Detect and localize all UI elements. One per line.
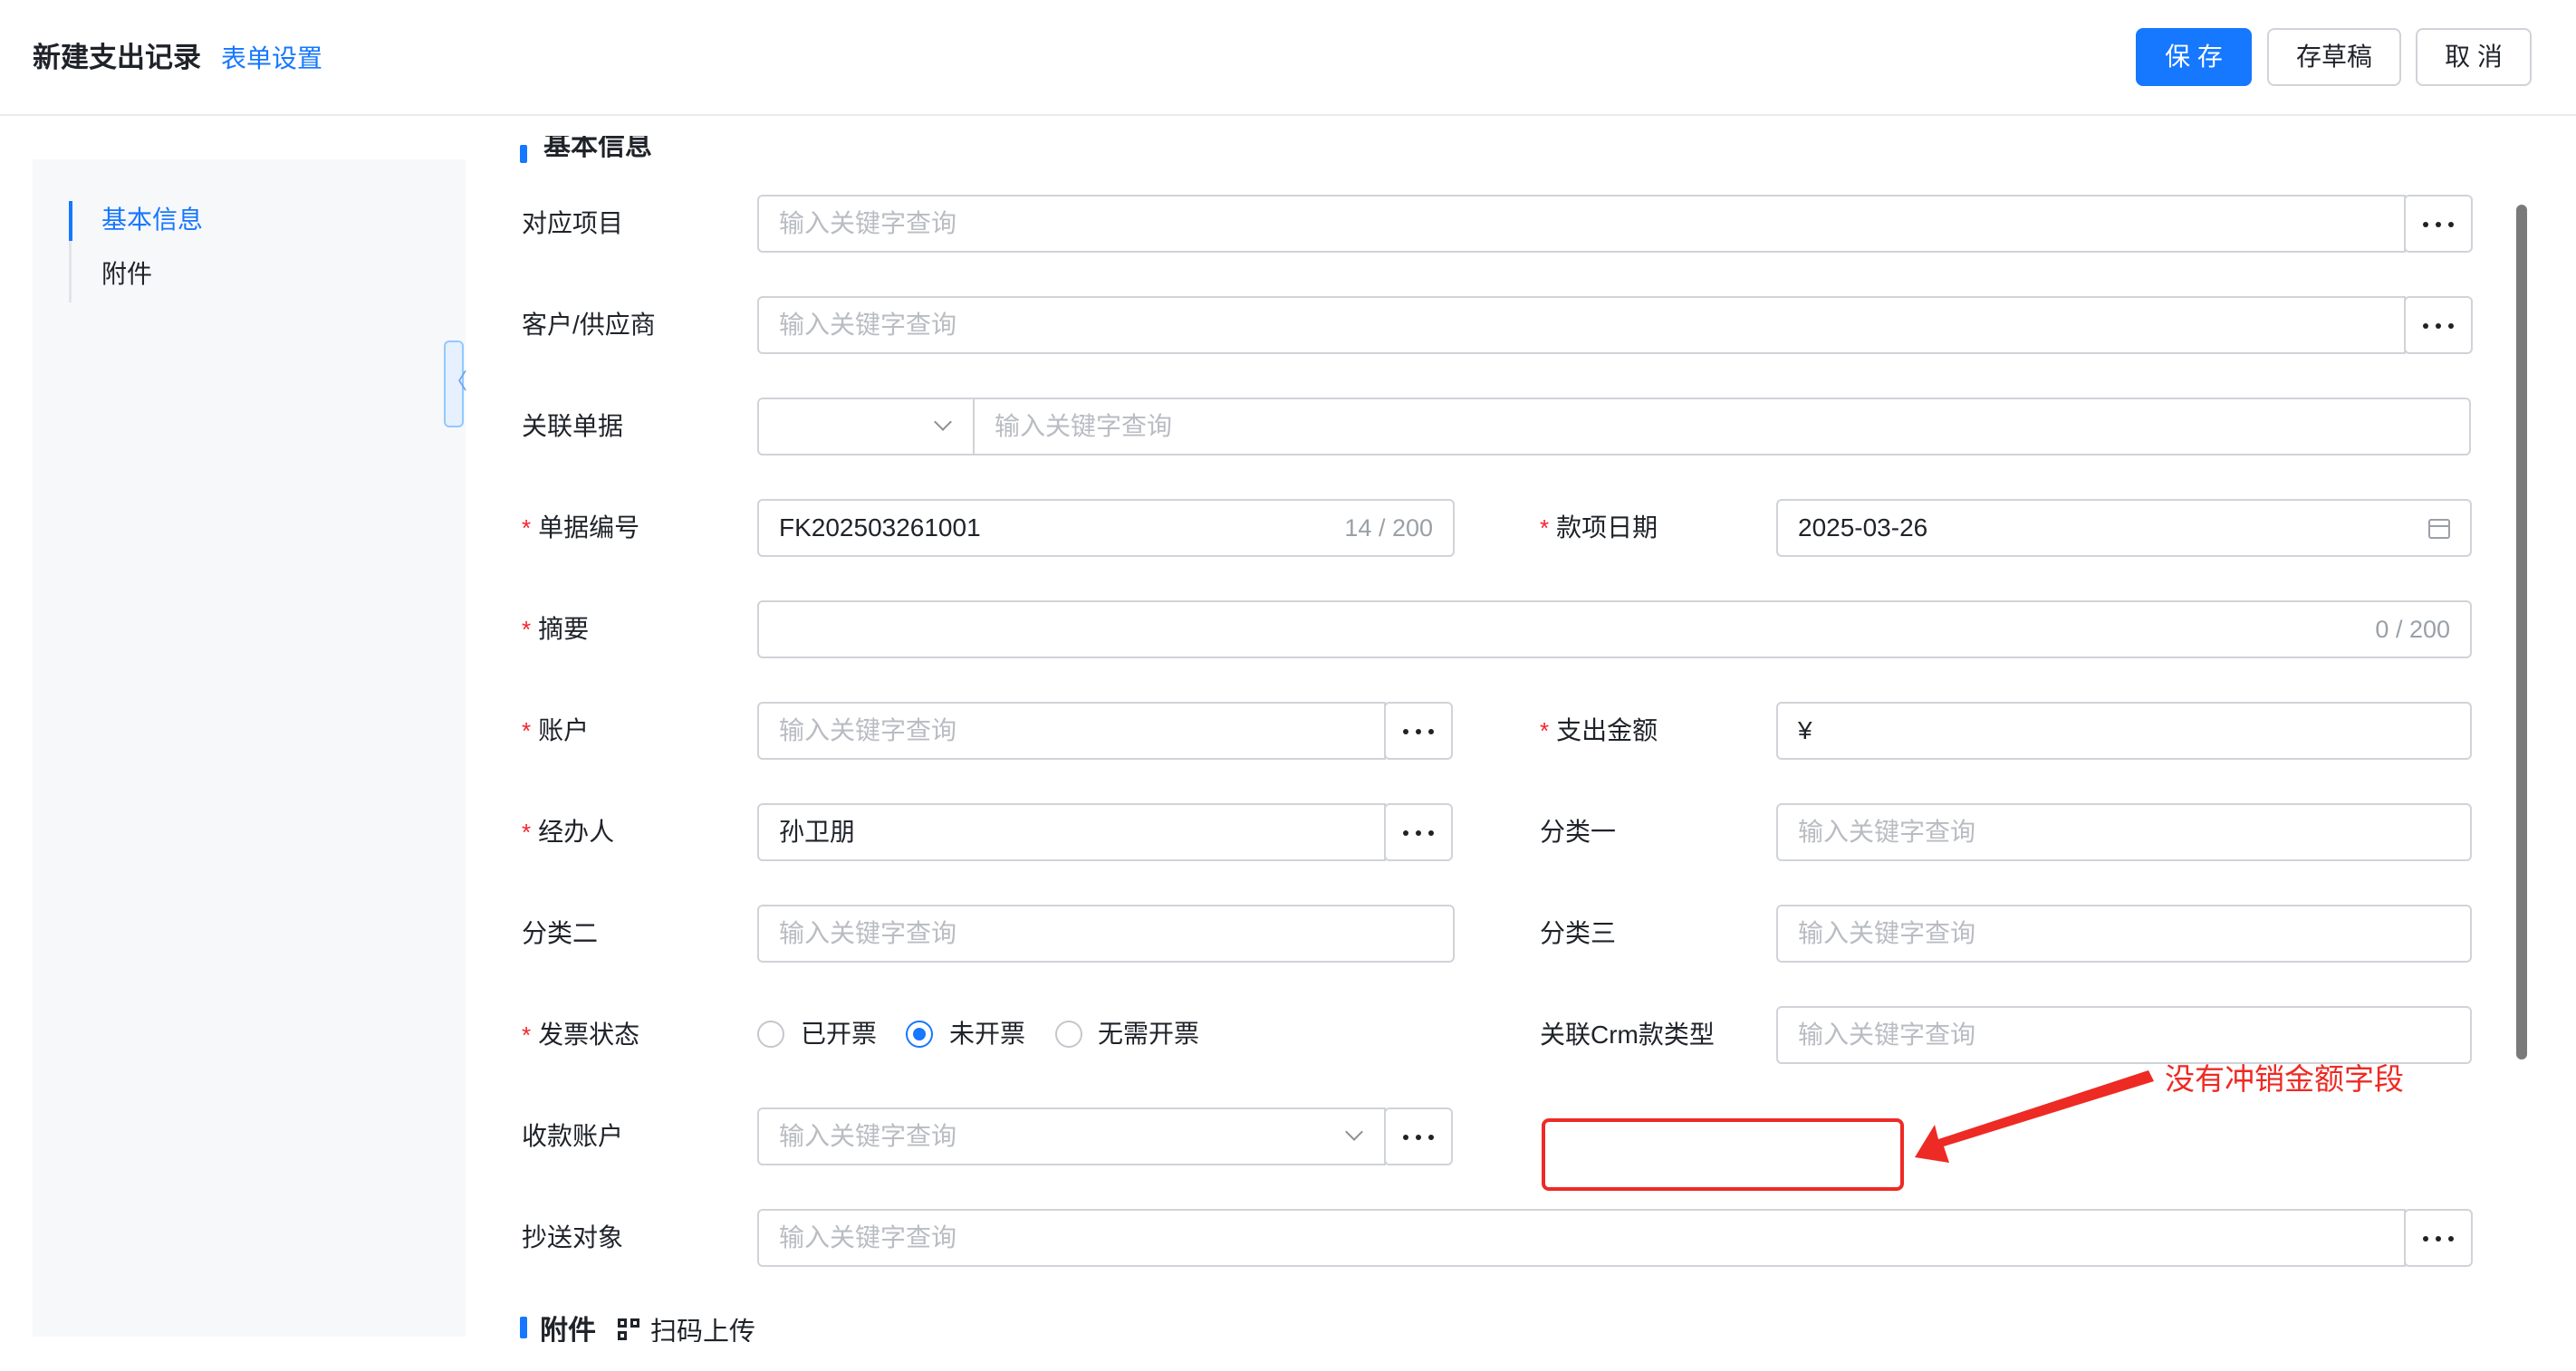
handler-label: * 经办人 <box>522 818 615 846</box>
date-input[interactable]: 2025-03-26 <box>1776 499 2472 557</box>
cc-label: 抄送对象 <box>522 1223 624 1251</box>
amount-input[interactable]: ¥ <box>1776 702 2472 760</box>
chevron-down-icon <box>1345 1123 1363 1141</box>
customer-input[interactable]: 输入关键字查询 <box>757 296 2406 354</box>
attachments-section-marker <box>520 1317 527 1338</box>
account-more-icon[interactable] <box>1384 702 1453 760</box>
account-label: * 账户 <box>522 716 590 744</box>
invoice-not-issued-label[interactable]: 未开票 <box>949 1016 1025 1052</box>
invoice-not-issued-radio[interactable] <box>906 1021 933 1048</box>
receive-account-more-icon[interactable] <box>1384 1107 1453 1165</box>
section-title-basic-info: 基本信息 <box>543 136 652 161</box>
nav-active-indicator <box>69 201 72 241</box>
page-header: 新建支出记录 表单设置 保 存 存草稿 取 消 <box>0 0 2576 116</box>
summary-label: * 摘要 <box>522 615 590 643</box>
category1-label: 分类一 <box>1540 818 1617 846</box>
scan-upload-link[interactable]: 扫码上传 <box>650 1312 755 1342</box>
related-doc-input[interactable]: 输入关键字查询 <box>973 398 2471 455</box>
summary-input[interactable]: 0 / 200 <box>757 600 2472 658</box>
chevron-down-icon <box>934 413 952 431</box>
invoice-issued-label[interactable]: 已开票 <box>801 1016 877 1052</box>
calendar-icon <box>2428 519 2450 539</box>
cancel-button[interactable]: 取 消 <box>2416 28 2532 86</box>
receive-account-select[interactable]: 输入关键字查询 <box>757 1107 1386 1165</box>
category3-label: 分类三 <box>1540 919 1617 947</box>
receive-account-label: 收款账户 <box>522 1122 624 1150</box>
date-label: * 款项日期 <box>1540 513 1658 542</box>
category3-input[interactable]: 输入关键字查询 <box>1776 905 2472 963</box>
sidebar-item-attachments[interactable]: 附件 <box>101 256 152 292</box>
project-label: 对应项目 <box>522 209 624 237</box>
doc-no-label: * 单据编号 <box>522 513 640 542</box>
save-draft-button[interactable]: 存草稿 <box>2267 28 2401 86</box>
doc-no-counter: 14 / 200 <box>1344 514 1433 542</box>
invoice-not-needed-radio[interactable] <box>1055 1021 1082 1048</box>
attachments-section-header: 附件 扫码上传 <box>540 1311 793 1342</box>
category1-input[interactable]: 输入关键字查询 <box>1776 803 2472 861</box>
qr-code-icon[interactable] <box>618 1318 641 1342</box>
collapse-sidebar-icon[interactable]: 〈 <box>444 340 467 427</box>
doc-no-input[interactable]: FK202503261001 14 / 200 <box>757 499 1455 557</box>
project-input[interactable]: 输入关键字查询 <box>757 195 2406 253</box>
attachments-title: 附件 <box>540 1315 596 1342</box>
handler-more-icon[interactable] <box>1384 803 1453 861</box>
invoice-issued-radio[interactable] <box>757 1021 784 1048</box>
annotation-highlight-box <box>1542 1118 1904 1191</box>
summary-counter: 0 / 200 <box>2375 616 2450 643</box>
annotation-arrow-icon <box>1915 1070 2154 1163</box>
scrollbar[interactable] <box>2516 205 2527 1059</box>
amount-label: * 支出金额 <box>1540 716 1658 744</box>
customer-label: 客户/供应商 <box>522 311 656 339</box>
customer-more-icon[interactable] <box>2404 296 2473 354</box>
cc-input[interactable]: 输入关键字查询 <box>757 1209 2406 1267</box>
section-marker <box>520 145 527 163</box>
related-doc-label: 关联单据 <box>522 412 624 440</box>
page-title: 新建支出记录 <box>33 42 201 73</box>
sidebar-item-basic-info[interactable]: 基本信息 <box>101 202 203 238</box>
save-button[interactable]: 保 存 <box>2136 28 2252 86</box>
crm-type-input[interactable]: 输入关键字查询 <box>1776 1006 2472 1064</box>
category2-input[interactable]: 输入关键字查询 <box>757 905 1455 963</box>
form-settings-link[interactable]: 表单设置 <box>221 42 322 76</box>
crm-type-label: 关联Crm款类型 <box>1540 1021 1715 1049</box>
invoice-status-label: * 发票状态 <box>522 1021 640 1049</box>
invoice-not-needed-label[interactable]: 无需开票 <box>1098 1016 1199 1052</box>
account-input[interactable]: 输入关键字查询 <box>757 702 1386 760</box>
related-doc-type-select[interactable] <box>757 398 975 455</box>
annotation-text: 没有冲销金额字段 <box>2165 1062 2404 1096</box>
handler-input[interactable]: 孙卫朋 <box>757 803 1386 861</box>
category2-label: 分类二 <box>522 919 599 947</box>
project-more-icon[interactable] <box>2404 195 2473 253</box>
sidebar-nav: 基本信息 附件 <box>33 159 466 1337</box>
cc-more-icon[interactable] <box>2404 1209 2473 1267</box>
